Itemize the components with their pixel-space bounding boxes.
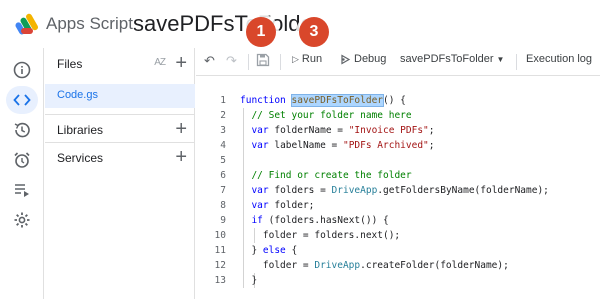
project-title[interactable]: savePDFsToFolder	[133, 11, 320, 37]
save-icon	[256, 53, 270, 67]
executions-icon	[15, 184, 29, 197]
code-line[interactable]: var labelName = "PDFs Archived";	[240, 138, 549, 153]
line-number: 2	[220, 110, 226, 121]
add-library-button[interactable]: +	[175, 118, 187, 140]
toolbar-separator	[248, 54, 249, 70]
sort-az-icon[interactable]: AZ	[154, 57, 166, 68]
code-line[interactable]: // Find or create the folder	[240, 168, 549, 183]
overview-nav-item[interactable]	[6, 56, 38, 84]
undo-icon[interactable]: ↶	[204, 53, 215, 69]
editor-toolbar: ↶ ↷ ▷ Run Debug savePDFsToFolder ▼ Execu…	[196, 48, 600, 76]
annotation-badge-1: 1	[246, 17, 276, 47]
line-number: 9	[220, 215, 226, 226]
executions-nav-item[interactable]	[6, 176, 38, 204]
line-number: 10	[214, 230, 226, 241]
project-history-nav-item[interactable]	[6, 116, 38, 144]
code-line[interactable]	[240, 153, 549, 168]
run-button[interactable]: ▷ Run	[292, 53, 322, 65]
line-number-gutter: 1 2 3 4 5 6 7 8 9 10 11 12 13	[196, 93, 226, 288]
line-number: 8	[220, 200, 226, 211]
files-header: Files AZ +	[45, 50, 195, 78]
save-button[interactable]	[256, 53, 270, 67]
chevron-down-icon: ▼	[496, 54, 505, 64]
execution-log-button[interactable]: Execution log	[526, 53, 592, 65]
line-number: 11	[214, 245, 226, 256]
code-line[interactable]: var folder;	[240, 198, 549, 213]
info-icon	[13, 61, 31, 79]
divider	[45, 114, 195, 115]
libraries-header: Libraries +	[45, 116, 195, 144]
services-header: Services +	[45, 144, 195, 172]
code-editor[interactable]: 1 2 3 4 5 6 7 8 9 10 11 12 13 function s…	[196, 77, 600, 299]
file-item-code-gs[interactable]: Code.gs	[45, 84, 195, 108]
redo-icon[interactable]: ↷	[226, 53, 237, 69]
code-line[interactable]: if (folders.hasNext()) {	[240, 213, 549, 228]
line-number: 6	[220, 170, 226, 181]
app-name: Apps Script	[46, 14, 133, 33]
code-line[interactable]: var folderName = "Invoice PDFs";	[240, 123, 549, 138]
code-line[interactable]: var folders = DriveApp.getFoldersByName(…	[240, 183, 548, 198]
triggers-nav-item[interactable]	[6, 146, 38, 174]
editor-nav-item[interactable]	[6, 86, 38, 114]
apps-script-logo-icon[interactable]	[14, 11, 40, 37]
code-line[interactable]: // Set your folder name here	[240, 108, 549, 123]
toolbar-separator	[280, 54, 281, 70]
add-service-button[interactable]: +	[175, 146, 187, 168]
code-line[interactable]: function savePDFsToFolder() {	[240, 93, 549, 108]
line-number: 13	[214, 275, 226, 286]
line-number: 4	[220, 140, 226, 151]
files-label: Files	[57, 57, 83, 71]
line-number: 1	[220, 95, 226, 106]
add-file-button[interactable]: +	[175, 52, 187, 74]
function-select[interactable]: savePDFsToFolder ▼	[400, 53, 504, 65]
toolbar-separator	[516, 54, 517, 70]
code-line[interactable]: folder = DriveApp.createFolder(folderNam…	[240, 258, 549, 273]
debug-icon	[341, 53, 351, 65]
history-icon	[14, 122, 30, 138]
divider	[45, 142, 195, 143]
code-line[interactable]: }	[240, 273, 549, 288]
debug-label: Debug	[354, 53, 387, 65]
line-number: 5	[220, 155, 226, 166]
file-name: Code.gs	[57, 89, 98, 101]
left-rail	[0, 48, 44, 299]
selected-function-name[interactable]: savePDFsToFolder	[290, 94, 385, 107]
execution-log-label: Execution log	[526, 53, 593, 65]
run-label: Run	[301, 53, 323, 65]
line-number: 7	[220, 185, 226, 196]
alarm-icon	[14, 152, 30, 168]
line-number: 3	[220, 125, 226, 136]
line-number: 12	[214, 260, 226, 271]
code-lines[interactable]: function savePDFsToFolder() { // Set you…	[240, 93, 549, 288]
code-icon	[13, 94, 31, 106]
settings-icon	[14, 212, 30, 228]
project-settings-nav-item[interactable]	[6, 206, 38, 234]
code-line[interactable]: } else {	[240, 243, 549, 258]
libraries-label: Libraries	[57, 123, 104, 137]
function-select-value: savePDFsToFolder	[400, 53, 494, 65]
services-label: Services	[57, 151, 104, 165]
code-line[interactable]: folder = folders.next();	[240, 228, 549, 243]
annotation-badge-3: 3	[299, 17, 329, 47]
debug-button[interactable]: Debug	[340, 53, 386, 65]
play-icon: ▷	[292, 53, 299, 64]
files-panel: Files AZ + Code.gs Libraries + Services …	[45, 48, 195, 299]
